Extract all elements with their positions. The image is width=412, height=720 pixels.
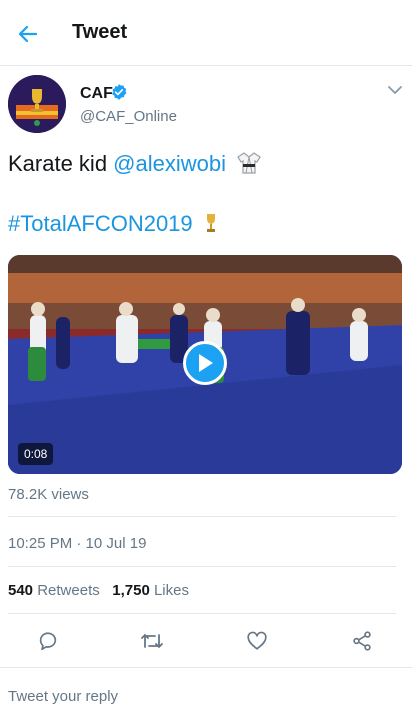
- verified-badge-icon: [112, 84, 127, 100]
- author-name[interactable]: CAF: [80, 85, 113, 103]
- tweet-header: CAF @CAF_Online: [0, 66, 412, 136]
- likes-label: Likes: [153, 582, 189, 599]
- back-button[interactable]: [10, 18, 46, 50]
- caf-logo-icon: [8, 75, 66, 133]
- retweets-label: Retweets: [37, 582, 100, 599]
- reply-input[interactable]: Tweet your reply: [8, 688, 118, 705]
- reply-bar: Tweet your reply: [0, 667, 412, 720]
- tweet-text: Karate kid @alexiwobi: [8, 150, 262, 178]
- hashtag-link[interactable]: #TotalAFCON2019: [8, 211, 193, 236]
- tweet-timestamp[interactable]: 10:25 PM · 10 Jul 19: [8, 535, 146, 552]
- avatar[interactable]: [8, 75, 66, 133]
- retweet-button[interactable]: [139, 628, 165, 654]
- engagement-stats: 540 Retweets 1,750 Likes: [8, 582, 189, 599]
- play-icon: [199, 354, 213, 372]
- divider: [8, 566, 396, 567]
- page-title: Tweet: [72, 21, 128, 43]
- tweet-text-prefix: Karate kid: [8, 151, 114, 176]
- reply-button[interactable]: [35, 628, 61, 654]
- retweets-count: 540: [8, 582, 34, 599]
- martial-arts-uniform-icon: [237, 152, 261, 174]
- hashtag-line: #TotalAFCON2019: [8, 210, 219, 238]
- mention-link[interactable]: @alexiwobi: [113, 151, 226, 176]
- reply-icon: [39, 632, 57, 651]
- likes-count: 1,750: [112, 582, 150, 599]
- video-duration: 0:08: [18, 443, 54, 465]
- divider: [8, 613, 396, 614]
- retweet-icon: [141, 634, 163, 648]
- chevron-down-icon[interactable]: [386, 83, 404, 97]
- like-icon: [247, 631, 267, 650]
- author-handle[interactable]: @CAF_Online: [80, 108, 177, 125]
- view-count: 78.2K views: [8, 486, 89, 503]
- play-button[interactable]: [183, 341, 227, 385]
- tweet-actions: [0, 620, 412, 660]
- video-player[interactable]: 0:08: [8, 255, 402, 474]
- like-button[interactable]: [244, 628, 270, 654]
- trophy-icon: [206, 214, 215, 232]
- likes-stat[interactable]: 1,750 Likes: [112, 582, 189, 599]
- divider: [8, 516, 396, 517]
- back-arrow-icon: [18, 25, 38, 43]
- retweets-stat[interactable]: 540 Retweets: [8, 582, 100, 599]
- top-bar: Tweet: [0, 0, 412, 66]
- share-button[interactable]: [349, 628, 375, 654]
- share-icon: [353, 631, 371, 651]
